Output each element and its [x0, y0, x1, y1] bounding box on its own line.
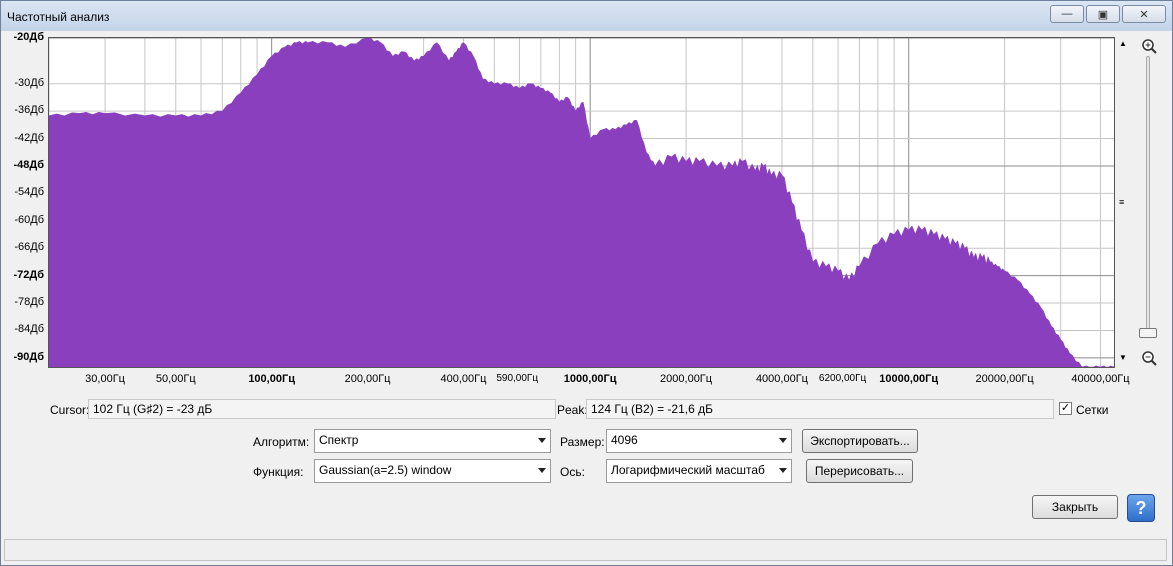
- y-tick-label: -78Дб: [14, 296, 44, 309]
- axis-select[interactable]: Логарифмический масштаб: [606, 459, 792, 483]
- x-tick-label: 200,00Гц: [344, 373, 391, 385]
- y-tick-label: -84Дб: [14, 323, 44, 336]
- maximize-icon: ▣: [1097, 8, 1109, 21]
- y-tick-label: -66Дб: [14, 241, 44, 254]
- chevron-down-icon: [538, 468, 546, 473]
- close-icon: ✕: [1139, 8, 1149, 21]
- chevron-down-icon: [779, 438, 787, 443]
- algorithm-select-value: Спектр: [319, 433, 359, 447]
- size-label: Размер:: [560, 435, 605, 449]
- x-tick-label: 40000,00Гц: [1071, 373, 1130, 385]
- scroll-down-icon[interactable]: ▼: [1119, 353, 1127, 362]
- chevron-down-icon: [538, 438, 546, 443]
- x-tick-label: 590,00Гц: [496, 373, 539, 384]
- y-tick-label: -54Дб: [14, 186, 44, 199]
- algorithm-select[interactable]: Спектр: [314, 429, 551, 453]
- minimize-button[interactable]: —: [1050, 5, 1084, 23]
- x-tick-label: 6200,00Гц: [818, 373, 867, 384]
- y-tick-label: -42Дб: [14, 131, 44, 144]
- y-tick-label: -36Дб: [14, 104, 44, 117]
- help-button[interactable]: ?: [1127, 494, 1155, 522]
- y-tick-label: -60Дб: [14, 213, 44, 226]
- scroll-thumb-grip-icon[interactable]: ≡: [1119, 197, 1124, 207]
- maximize-button[interactable]: ▣: [1086, 5, 1120, 23]
- zoom-in-icon[interactable]: [1141, 38, 1159, 54]
- status-bar: [4, 539, 1167, 561]
- x-tick-label: 2000,00Гц: [660, 373, 713, 385]
- redraw-button[interactable]: Перерисовать...: [806, 459, 913, 483]
- y-tick-label: -30Дб: [14, 76, 44, 89]
- spectrum-svg: [48, 37, 1115, 369]
- x-tick-label: 20000,00Гц: [975, 373, 1034, 385]
- cursor-label: Cursor:: [50, 403, 90, 417]
- function-select[interactable]: Gaussian(a=2.5) window: [314, 459, 551, 483]
- close-button[interactable]: Закрыть: [1032, 495, 1118, 519]
- spectrum-area: [48, 37, 1115, 369]
- cursor-value-field: 102 Гц (G♯2) = -23 дБ: [88, 399, 556, 419]
- y-tick-label: -48Дб: [13, 158, 44, 171]
- function-label: Функция:: [253, 465, 304, 479]
- window-controls: — ▣ ✕: [1050, 5, 1166, 23]
- help-icon: ?: [1135, 497, 1147, 518]
- window-title: Частотный анализ: [7, 10, 110, 24]
- algorithm-label: Алгоритм:: [253, 435, 310, 449]
- zoom-out-icon[interactable]: [1141, 350, 1159, 366]
- x-tick-label: 30,00Гц: [85, 373, 125, 385]
- y-tick-label: -72Дб: [13, 268, 44, 281]
- x-tick-label: 10000,00Гц: [879, 373, 939, 385]
- size-select[interactable]: 4096: [606, 429, 792, 453]
- peak-value-field: 124 Гц (B2) = -21,6 дБ: [586, 399, 1054, 419]
- axis-select-value: Логарифмический масштаб: [611, 463, 765, 477]
- x-tick-label: 100,00Гц: [248, 373, 295, 385]
- y-tick-label: -20Дб: [13, 31, 44, 43]
- export-button[interactable]: Экспортировать...: [802, 429, 918, 453]
- spectrum-plot[interactable]: [48, 37, 1115, 369]
- zoom-slider-track[interactable]: [1146, 56, 1150, 336]
- x-tick-label: 50,00Гц: [155, 373, 196, 385]
- close-window-button[interactable]: ✕: [1122, 5, 1166, 23]
- plot-vertical-scrollbar[interactable]: ▲ ≡ ▼: [1117, 39, 1129, 365]
- peak-label: Peak:: [557, 403, 588, 417]
- size-select-value: 4096: [611, 433, 638, 447]
- magnifier-plus-graphic: [1142, 39, 1157, 54]
- chevron-down-icon: [779, 468, 787, 473]
- axis-label: Ось:: [560, 465, 585, 479]
- x-tick-label: 1000,00Гц: [563, 373, 617, 385]
- checkmark-icon: ✓: [1060, 402, 1071, 414]
- grid-label: Сетки: [1076, 403, 1109, 417]
- zoom-slider-thumb[interactable]: [1139, 328, 1157, 338]
- function-select-value: Gaussian(a=2.5) window: [319, 463, 452, 477]
- minimize-icon: —: [1061, 8, 1073, 20]
- y-axis-labels: -20Дб -30Дб -36Дб -42Дб -48Дб -54Дб -60Дб -66Дб…: [0, 31, 46, 368]
- x-tick-label: 4000,00Гц: [755, 373, 808, 385]
- grid-checkbox[interactable]: ✓: [1059, 402, 1072, 415]
- title-bar: Частотный анализ — ▣ ✕: [1, 1, 1172, 31]
- scroll-up-icon[interactable]: ▲: [1119, 39, 1127, 48]
- x-tick-label: 400,00Гц: [440, 373, 487, 385]
- magnifier-minus-graphic: [1142, 351, 1157, 366]
- y-tick-label: -90Дб: [13, 350, 44, 363]
